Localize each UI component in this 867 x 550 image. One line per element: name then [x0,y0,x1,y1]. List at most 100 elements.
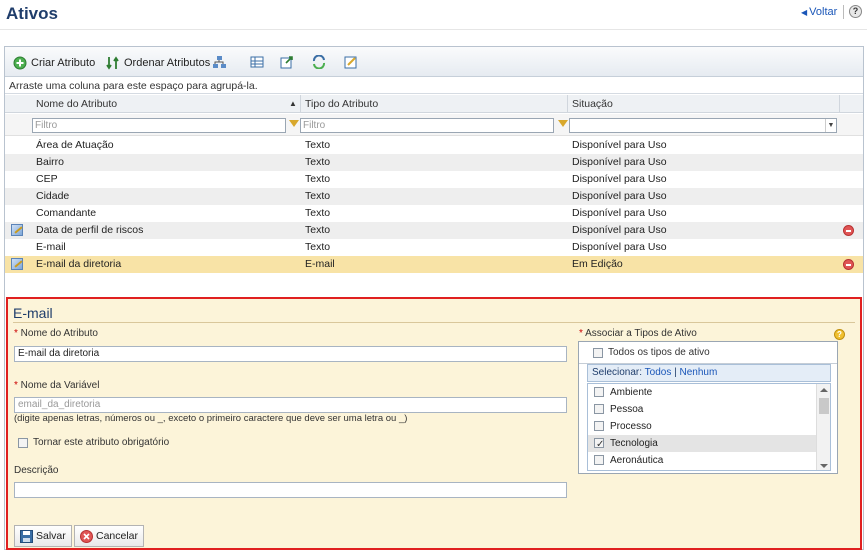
save-button[interactable]: Salvar [14,525,72,547]
table-row[interactable]: CEP Texto Disponível para Uso [5,171,863,188]
cell-name: Área de Atuação [36,139,114,151]
column-divider [567,95,568,113]
filter-icon[interactable] [289,120,299,127]
attribute-name-input[interactable]: E-mail da diretoria [14,346,567,362]
table-row[interactable]: Área de Atuação Texto Disponível para Us… [5,137,863,154]
back-link[interactable]: ◀ Voltar [801,6,837,18]
save-label: Salvar [36,530,66,542]
table-row-selected[interactable]: E-mail da diretoria E-mail Em Edição [5,256,863,273]
table-row[interactable]: Data de perfil de riscos Texto Disponíve… [5,222,863,239]
type-checkbox[interactable] [594,404,604,414]
delete-row-icon[interactable] [843,225,854,236]
create-attribute-button[interactable]: Criar Atributo [13,55,95,71]
column-header-type[interactable]: Tipo do Atributo [305,95,378,113]
table-row[interactable]: Bairro Texto Disponível para Uso [5,154,863,171]
list-item[interactable]: Processo [588,418,830,435]
grid-rows: Área de Atuação Texto Disponível para Us… [5,137,863,273]
all-types-checkbox[interactable] [593,348,603,358]
cell-type: Texto [305,207,331,219]
cell-name: Comandante [36,207,97,219]
column-divider [300,95,301,113]
form-divider [13,322,855,323]
description-input[interactable] [14,482,567,498]
variable-label: * Nome da Variável [14,380,100,391]
type-label: Processo [610,421,652,432]
delete-row-icon[interactable] [843,259,854,270]
column-header-status[interactable]: Situação [572,95,613,113]
cell-status: Disponível para Uso [572,224,667,236]
add-icon [13,56,27,70]
type-checkbox[interactable] [594,436,604,453]
cell-type: E-mail [305,258,335,270]
type-label: Pessoa [610,404,644,415]
type-checkbox[interactable] [594,421,604,431]
filter-name-input[interactable]: Filtro [32,118,286,133]
all-types-row: Todos os tipos de ativo [579,342,837,364]
hierarchy-icon[interactable] [212,55,226,69]
columns-icon[interactable] [250,55,264,69]
export-icon[interactable] [280,55,294,69]
cell-name: Cidade [36,190,70,202]
cell-type: Texto [305,156,331,168]
order-attributes-label: Ordenar Atributos [124,57,211,69]
order-attributes-button[interactable]: Ordenar Atributos [106,55,210,71]
required-checkbox[interactable] [18,438,28,448]
edit-row-icon[interactable] [11,224,23,236]
scroll-thumb[interactable] [819,398,829,414]
divider [843,5,844,19]
select-label: Selecionar: [592,367,643,378]
list-item[interactable]: Tecnologia [588,435,830,453]
filter-status-select[interactable]: ▼ [569,118,837,133]
cell-type: Texto [305,139,331,151]
edit-row-icon[interactable] [11,258,23,270]
help-icon[interactable]: ? [834,329,845,340]
page-title: Ativos [6,4,58,23]
filter-icon[interactable] [558,120,568,127]
cell-name: E-mail da diretoria [36,258,122,270]
scroll-down-icon[interactable] [820,464,828,468]
form-title: E-mail [13,305,53,321]
table-row[interactable]: Cidade Texto Disponível para Uso [5,188,863,205]
cancel-icon [80,529,93,543]
refresh-icon[interactable] [312,54,326,70]
create-attribute-label: Criar Atributo [31,57,96,69]
help-icon[interactable]: ? [849,5,862,18]
table-row[interactable]: E-mail Texto Disponível para Uso [5,239,863,256]
list-item[interactable]: Pessoa [588,401,830,418]
scroll-up-icon[interactable] [820,388,828,392]
associate-label: * Associar a Tipos de Ativo [579,328,697,339]
cell-name: Bairro [36,156,65,168]
scrollbar[interactable] [816,384,830,470]
asset-types-list: Ambiente Pessoa Processo Tecnologia Aero… [587,383,831,471]
sort-icon [106,56,120,70]
cell-type: Texto [305,224,331,236]
variable-name-input[interactable]: email_da_diretoria [14,397,567,413]
table-row[interactable]: Comandante Texto Disponível para Uso [5,205,863,222]
cell-status: Disponível para Uso [572,156,667,168]
cell-status: Disponível para Uso [572,207,667,219]
list-item[interactable]: Ambiente [588,384,830,401]
cell-type: Texto [305,190,331,202]
grouping-hint[interactable]: Arraste uma coluna para este espaço para… [5,78,863,94]
filter-type-input[interactable]: Filtro [300,118,554,133]
type-checkbox[interactable] [594,387,604,397]
save-icon [20,529,33,543]
grid-header: Nome do Atributo ▲ Tipo do Atributo Situ… [5,95,863,113]
all-types-label: Todos os tipos de ativo [608,347,710,358]
column-header-name[interactable]: Nome do Atributo [36,95,117,113]
cell-status: Disponível para Uso [572,173,667,185]
cell-type: Texto [305,241,331,253]
cell-type: Texto [305,173,331,185]
toolbar: Criar Atributo Ordenar Atributos [5,47,863,77]
chevron-down-icon: ▼ [825,119,836,132]
column-divider [839,95,840,113]
list-item[interactable]: Aeronáutica [588,452,830,469]
cancel-button[interactable]: Cancelar [74,525,145,547]
cell-name: CEP [36,173,58,185]
type-checkbox[interactable] [594,455,604,465]
select-none-link[interactable]: Nenhum [680,367,718,378]
asset-types-box: Todos os tipos de ativo Selecionar: Todo… [578,341,838,474]
select-all-link[interactable]: Todos [645,367,672,378]
description-label: Descrição [14,465,59,476]
edit-icon[interactable] [344,55,358,69]
